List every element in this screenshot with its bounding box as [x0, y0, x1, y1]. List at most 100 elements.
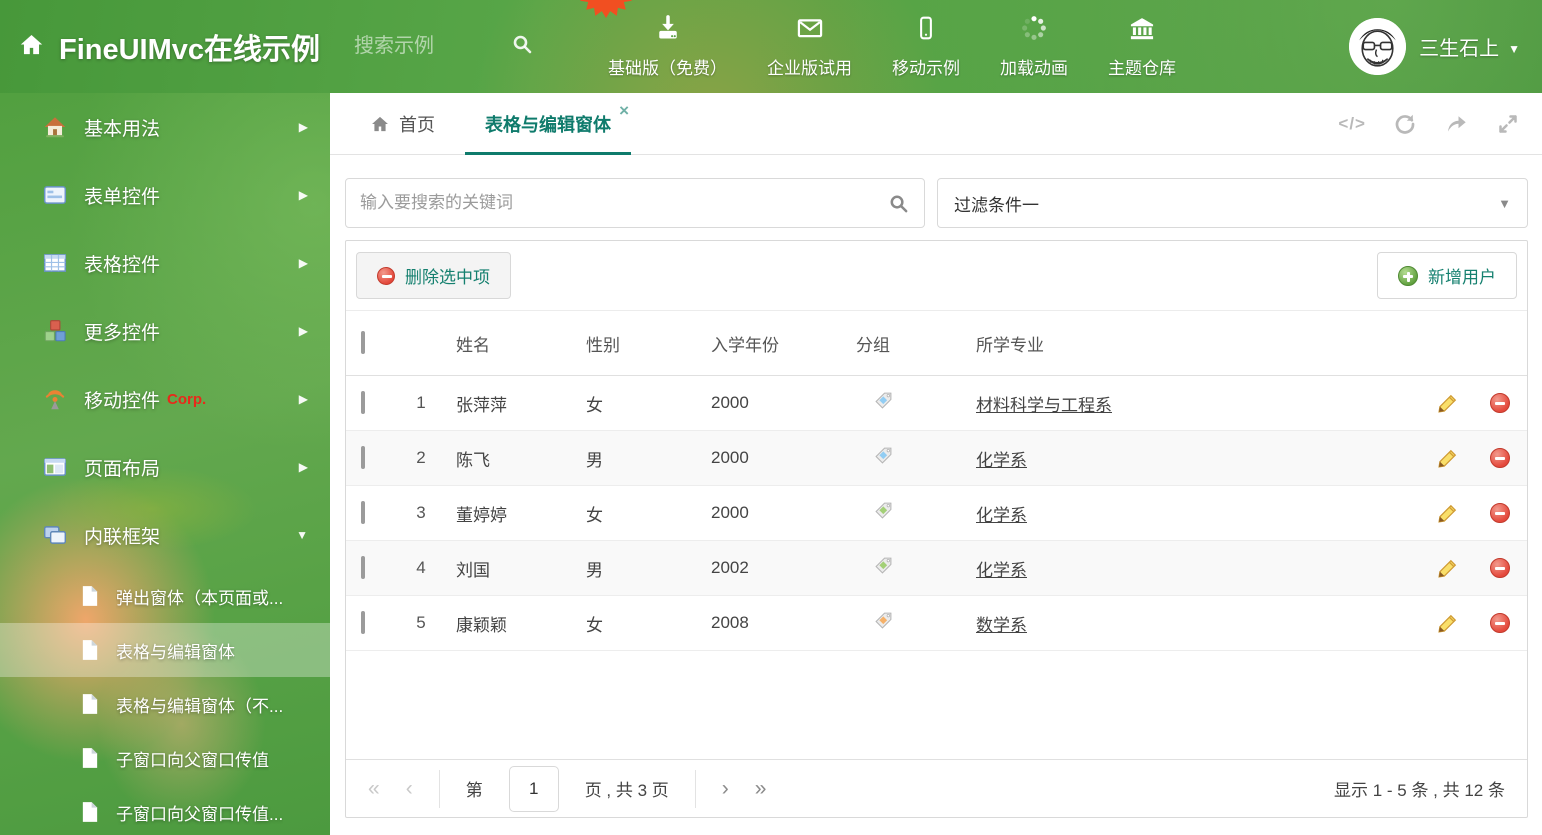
- sidebar-item-form-controls[interactable]: 表单控件 ▶: [0, 161, 330, 229]
- header-search-icon[interactable]: [510, 32, 534, 61]
- tab-close-icon[interactable]: ×: [619, 102, 629, 119]
- sidebar-item-more-controls[interactable]: 更多控件 ▶: [0, 297, 330, 365]
- cell-name: 康颖颖: [456, 615, 507, 635]
- row-number: 2: [416, 448, 426, 467]
- view-source-icon[interactable]: </>: [1338, 114, 1366, 134]
- sidebar-subitem-grid-edit-window-2[interactable]: 表格与编辑窗体（不...: [0, 677, 330, 731]
- delete-icon[interactable]: [1489, 393, 1510, 413]
- frames-icon: [42, 522, 68, 548]
- nav-item-basic-edition[interactable]: 基础版（免费）: [608, 14, 727, 79]
- nav-item-theme-store[interactable]: 主题仓库: [1108, 14, 1176, 79]
- sidebar-item-basic-usage[interactable]: 基本用法 ▶: [0, 93, 330, 161]
- user-menu-caret-icon[interactable]: ▼: [1508, 42, 1520, 56]
- tab-home[interactable]: 首页: [358, 93, 447, 154]
- column-header-major[interactable]: 所学专业: [966, 331, 1422, 356]
- page-number-input[interactable]: [508, 765, 559, 812]
- cell-name: 陈飞: [456, 450, 490, 470]
- row-number: 1: [416, 393, 426, 412]
- row-number: 4: [416, 558, 426, 577]
- share-icon[interactable]: [1444, 112, 1469, 136]
- major-link[interactable]: 化学系: [976, 561, 1027, 580]
- brand-home-icon[interactable]: [18, 31, 45, 63]
- edit-icon[interactable]: [1437, 558, 1458, 579]
- tab-bar: 首页 表格与编辑窗体 × </>: [330, 93, 1542, 155]
- tag-icon: [875, 447, 892, 464]
- last-page-button[interactable]: »: [755, 777, 767, 801]
- nav-item-loading-animation[interactable]: 加载动画: [1000, 14, 1068, 79]
- table-body: 1 张萍萍 女 2000 材料科学与工程系 2 陈飞 男 2000 化学系 3 …: [346, 376, 1527, 651]
- column-header-year[interactable]: 入学年份: [701, 331, 846, 356]
- prev-page-button[interactable]: ‹: [406, 777, 413, 801]
- filter-dropdown[interactable]: 过滤条件一 ▼: [937, 178, 1528, 228]
- page-label-after: 页 , 共 3 页: [584, 781, 669, 800]
- delete-selected-button[interactable]: 删除选中项: [356, 252, 511, 299]
- sidebar-item-iframe[interactable]: 内联框架 ▼: [0, 501, 330, 569]
- sidebar-item-mobile-controls[interactable]: 移动控件 Corp. ▶: [0, 365, 330, 433]
- select-all-checkbox[interactable]: [361, 331, 365, 354]
- edit-icon[interactable]: [1437, 613, 1458, 634]
- row-number: 3: [416, 503, 426, 522]
- row-checkbox[interactable]: [361, 611, 365, 634]
- next-page-button[interactable]: ›: [722, 777, 729, 801]
- sidebar-item-page-layout[interactable]: 页面布局 ▶: [0, 433, 330, 501]
- edit-icon[interactable]: [1437, 503, 1458, 524]
- row-checkbox[interactable]: [361, 446, 365, 469]
- minus-icon: [377, 266, 395, 285]
- column-header-group[interactable]: 分组: [846, 331, 966, 356]
- major-link[interactable]: 数学系: [976, 616, 1027, 635]
- row-checkbox[interactable]: [361, 391, 365, 414]
- cell-gender: 女: [586, 505, 603, 525]
- user-name[interactable]: 三生石上: [1419, 32, 1499, 61]
- cell-year: 2000: [711, 503, 749, 522]
- cell-year: 2008: [711, 613, 749, 632]
- expand-arrow-icon: ▶: [298, 120, 308, 134]
- file-icon: [80, 693, 100, 715]
- delete-icon[interactable]: [1489, 503, 1510, 523]
- sidebar-item-grid-controls[interactable]: 表格控件 ▶: [0, 229, 330, 297]
- file-icon: [80, 747, 100, 769]
- edit-icon[interactable]: [1437, 393, 1458, 414]
- major-link[interactable]: 化学系: [976, 451, 1027, 470]
- refresh-icon[interactable]: [1393, 112, 1417, 136]
- delete-icon[interactable]: [1489, 448, 1510, 468]
- edit-icon[interactable]: [1437, 448, 1458, 469]
- row-checkbox[interactable]: [361, 556, 365, 579]
- cell-year: 2000: [711, 448, 749, 467]
- column-header-gender[interactable]: 性别: [576, 331, 701, 356]
- cell-gender: 女: [586, 615, 603, 635]
- expand-icon[interactable]: [1496, 112, 1520, 136]
- nav-item-enterprise-trial[interactable]: 企业版试用: [767, 14, 852, 79]
- chevron-down-icon: ▼: [1498, 195, 1511, 211]
- mobile-icon: [913, 14, 939, 47]
- keyword-search-box: [345, 178, 925, 228]
- major-link[interactable]: 化学系: [976, 506, 1027, 525]
- sidebar-subitem-popup-window[interactable]: 弹出窗体（本页面或...: [0, 569, 330, 623]
- grid-panel: 删除选中项 新增用户 姓名 性别 入学年份 分组 所学专业 1 张萍萍 女 20…: [345, 240, 1528, 818]
- app-title: FineUIMvc在线示例: [59, 33, 321, 66]
- delete-icon[interactable]: [1489, 558, 1510, 578]
- keyword-search-input[interactable]: [360, 193, 887, 213]
- major-link[interactable]: 材料科学与工程系: [976, 396, 1112, 415]
- header-search-input[interactable]: [354, 35, 505, 58]
- user-avatar[interactable]: [1349, 18, 1407, 75]
- first-page-button[interactable]: «: [368, 777, 380, 801]
- nav-item-mobile-demo[interactable]: 移动示例: [892, 14, 960, 79]
- download-icon: [654, 14, 682, 47]
- row-number: 5: [416, 613, 426, 632]
- column-header-name[interactable]: 姓名: [446, 331, 576, 356]
- row-checkbox[interactable]: [361, 501, 365, 524]
- delete-icon[interactable]: [1489, 613, 1510, 633]
- grid-icon: [42, 250, 68, 276]
- filter-row: 过滤条件一 ▼: [345, 178, 1528, 228]
- sidebar-subitem-child-to-parent[interactable]: 子窗口向父窗口传值: [0, 731, 330, 785]
- sidebar-subitem-child-to-parent-2[interactable]: 子窗口向父窗口传值...: [0, 785, 330, 835]
- add-user-button[interactable]: 新增用户: [1377, 252, 1517, 299]
- header-nav: FREE! 基础版（免费） 企业版试用 移动示例 加载动画: [580, 0, 1176, 79]
- nav-label: 企业版试用: [767, 59, 853, 78]
- expand-arrow-icon: ▶: [298, 188, 308, 202]
- tab-grid-edit-window[interactable]: 表格与编辑窗体 ×: [465, 93, 631, 155]
- sidebar-subitem-grid-edit-window[interactable]: 表格与编辑窗体: [0, 623, 330, 677]
- cell-name: 张萍萍: [456, 395, 507, 415]
- pagination-bar: « ‹ 第 页 , 共 3 页 › » 显示 1 - 5 条 , 共 12 条: [346, 759, 1527, 817]
- search-icon[interactable]: [887, 192, 910, 215]
